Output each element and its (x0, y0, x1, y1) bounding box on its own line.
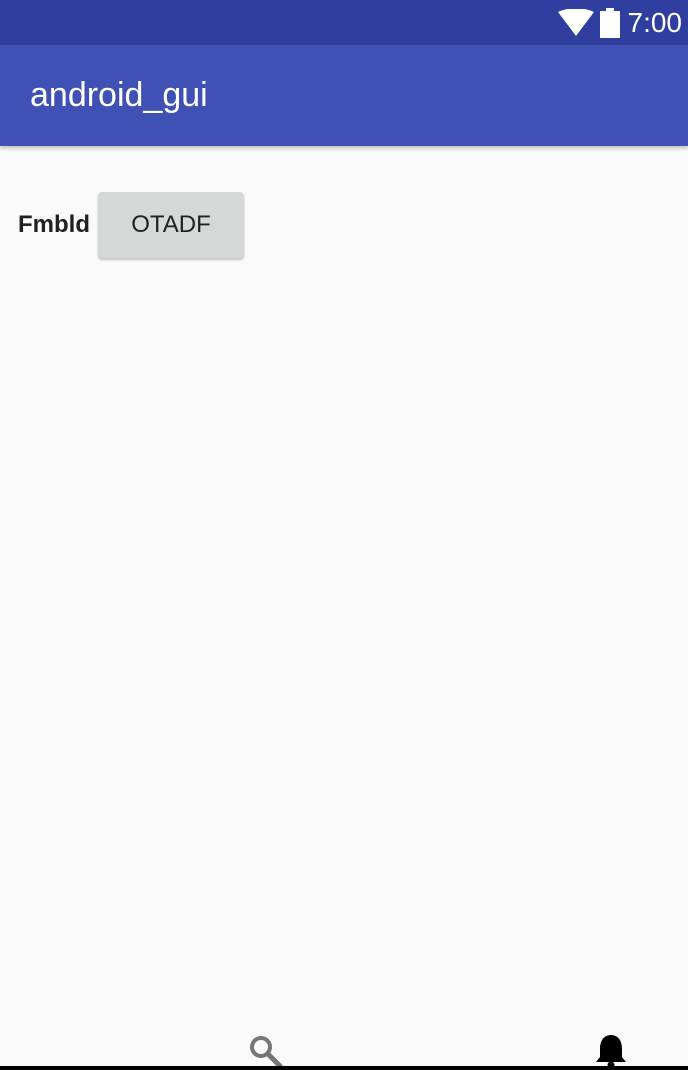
app-title: android_gui (30, 76, 208, 114)
otadf-button[interactable]: OTADF (98, 192, 244, 258)
bottom-bar (0, 1032, 688, 1070)
text-label: Fmbld (18, 211, 90, 238)
label-button-row: Fmbld OTADF (18, 192, 244, 258)
app-bar: android_gui (0, 45, 688, 146)
status-icons: 7:00 (557, 0, 683, 45)
battery-icon (599, 7, 620, 38)
search-icon[interactable] (248, 1034, 284, 1068)
bell-icon[interactable] (594, 1033, 628, 1069)
clock: 7:00 (627, 7, 683, 38)
status-bar: 7:00 (0, 0, 688, 45)
wifi-icon (557, 8, 594, 36)
main-content: Fmbld OTADF (0, 146, 688, 1036)
bottom-edge (0, 1066, 688, 1070)
